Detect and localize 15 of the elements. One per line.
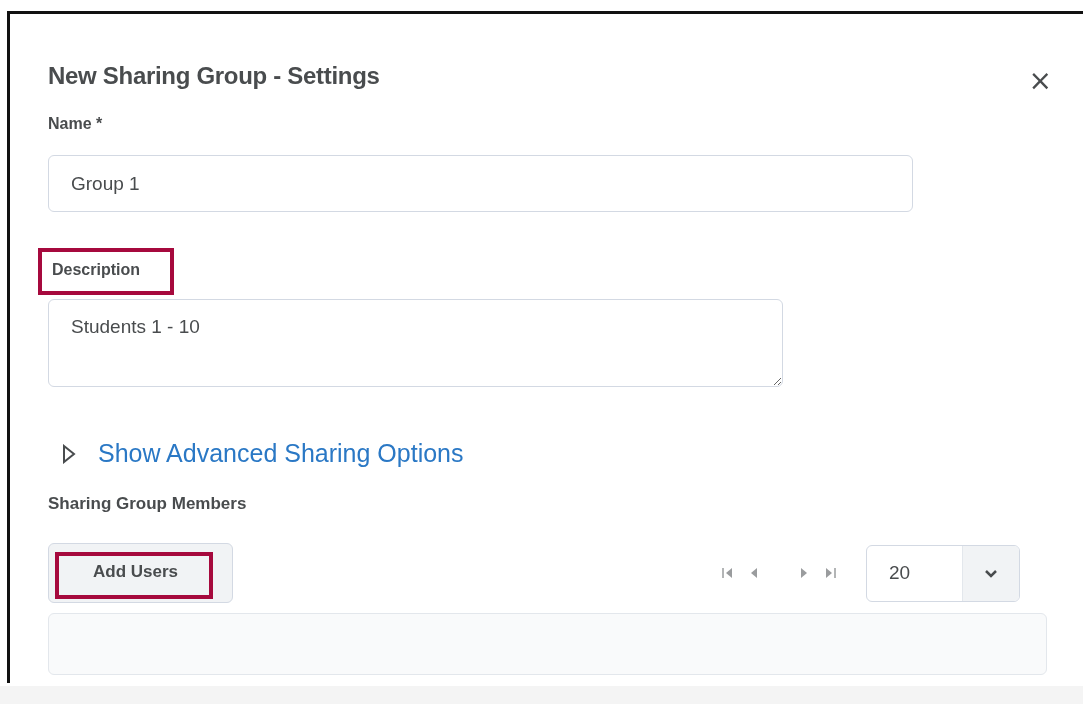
first-page-icon[interactable] <box>722 566 734 580</box>
close-button[interactable]: × <box>1022 64 1058 97</box>
field-label: Name * <box>48 115 103 133</box>
name-field[interactable]: Group 1 <box>48 155 913 212</box>
dialog-title: New Sharing Group - Settings <box>48 61 380 90</box>
page-size-select[interactable]: 20 <box>866 544 1020 602</box>
description-field[interactable]: Students 1 - 10 <box>48 299 783 387</box>
highlight-frame: Add Users <box>55 552 213 599</box>
field-label: Description <box>52 261 140 279</box>
advanced-options-link[interactable]: Show Advanced Sharing Options <box>98 439 464 468</box>
last-page-icon[interactable] <box>824 566 836 580</box>
section-label: Sharing Group Members <box>48 494 248 514</box>
triangle-icon[interactable] <box>62 443 76 464</box>
add-users-button[interactable]: Add Users <box>48 543 233 603</box>
chevron-down-icon <box>962 545 1019 601</box>
